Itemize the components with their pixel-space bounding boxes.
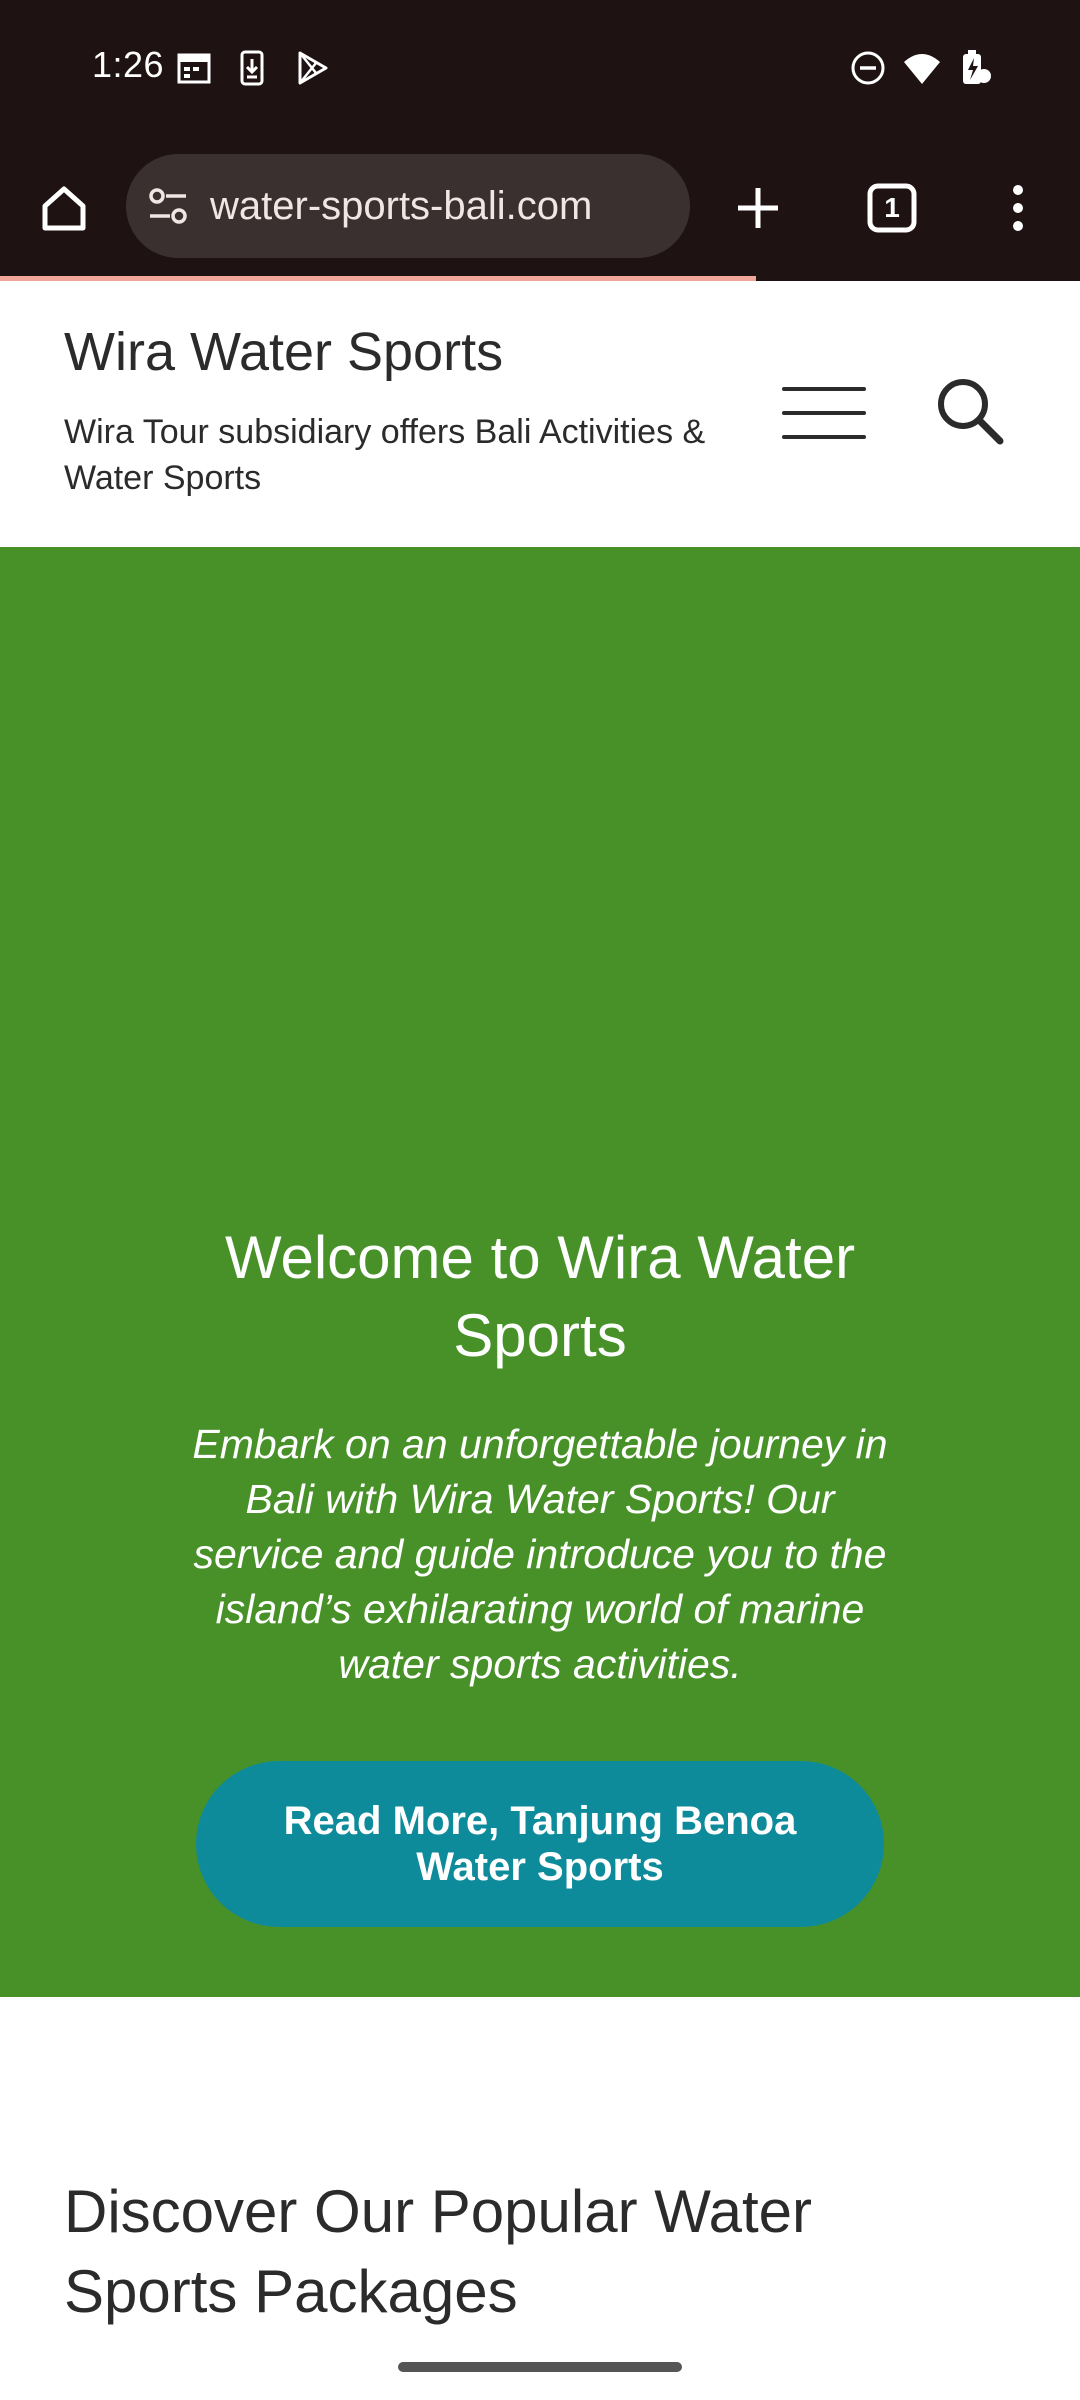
menu-icon-bar	[782, 411, 866, 415]
browser-toolbar: water-sports-bali.com 1	[0, 140, 1080, 276]
hero-title: Welcome to Wira Water Sports	[224, 1224, 856, 1369]
status-time: 1:26	[92, 44, 165, 85]
more-menu-button[interactable]	[978, 168, 1058, 248]
home-button[interactable]	[24, 168, 104, 248]
hero-banner: Welcome to Wira Water Sports Embark on a…	[0, 547, 1080, 1997]
tab-switcher-button[interactable]: 1	[852, 168, 932, 248]
menu-icon	[782, 387, 866, 391]
site-tagline: Wira Tour subsidiary offers Bali Activit…	[64, 413, 706, 497]
menu-icon-bar	[782, 435, 866, 439]
new-tab-icon	[734, 184, 782, 232]
read-more-button[interactable]: Read More, Tanjung Benoa Water Sports	[196, 1761, 884, 1927]
search-icon	[932, 379, 1008, 453]
battery-charging-icon	[954, 48, 994, 88]
wifi-icon	[902, 48, 942, 88]
tab-switcher-icon: 1	[867, 183, 917, 233]
calendar-icon	[174, 48, 214, 88]
do-not-disturb-icon	[848, 48, 888, 88]
site-header: Wira Water Sports Wira Tour subsidiary o…	[0, 281, 1080, 547]
section-title: Discover Our Popular Water Sports Packag…	[64, 2178, 813, 2325]
more-menu-icon	[1008, 182, 1028, 234]
site-settings-icon[interactable]	[146, 184, 190, 228]
hero-text: Embark on an unforgettable journey in Ba…	[192, 1421, 888, 1687]
search-button[interactable]	[932, 373, 1008, 449]
address-bar[interactable]: water-sports-bali.com	[126, 154, 690, 258]
home-indicator[interactable]	[398, 2362, 682, 2372]
menu-button[interactable]	[782, 387, 866, 439]
tab-count: 1	[884, 192, 900, 223]
site-title[interactable]: Wira Water Sports	[64, 321, 503, 383]
url-text: water-sports-bali.com	[210, 184, 593, 228]
play-store-icon	[292, 48, 332, 88]
home-icon	[37, 181, 91, 235]
status-bar: 1:26	[0, 0, 1080, 140]
download-icon	[232, 48, 272, 88]
new-tab-button[interactable]	[718, 168, 798, 248]
